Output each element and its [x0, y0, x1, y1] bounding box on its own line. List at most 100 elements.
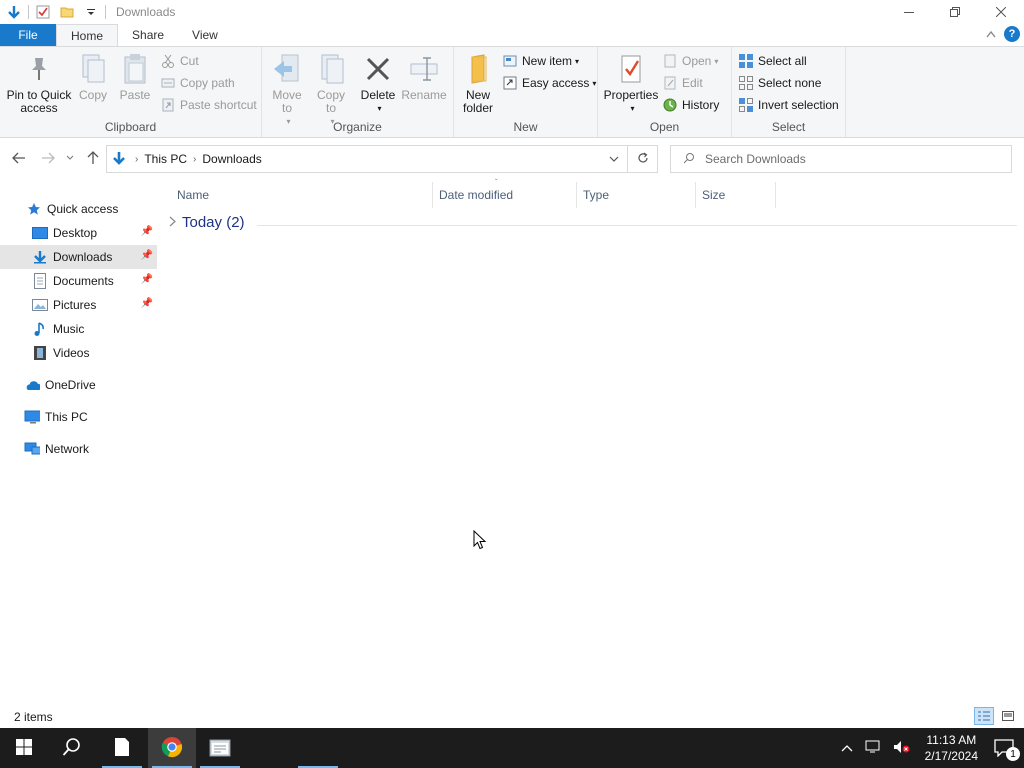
- nav-label: Videos: [53, 346, 90, 360]
- new-folder-button[interactable]: New folder: [460, 51, 496, 115]
- delete-button[interactable]: Delete ▾: [358, 51, 398, 115]
- copy-path-button[interactable]: Copy path: [160, 73, 235, 93]
- chevron-right-icon[interactable]: [169, 216, 176, 230]
- clock[interactable]: 11:13 AM 2/17/2024: [925, 732, 978, 764]
- nav-item-documents[interactable]: Documents 📌: [0, 269, 157, 293]
- nav-item-downloads[interactable]: Downloads 📌: [0, 245, 157, 269]
- volume-muted-icon[interactable]: [893, 740, 911, 757]
- nav-item-desktop[interactable]: Desktop 📌: [0, 221, 157, 245]
- copy-to-button[interactable]: Copy to ▾: [312, 51, 350, 128]
- copy-to-icon: [314, 51, 348, 87]
- pin-icon[interactable]: 📌: [141, 274, 153, 285]
- file-list: Name Date modified ˇ Type Size Today (2): [157, 178, 1024, 705]
- column-header-label: Date modified: [439, 188, 514, 202]
- minimize-button[interactable]: [886, 0, 932, 24]
- breadcrumb-downloads[interactable]: Downloads: [202, 152, 261, 166]
- restore-button[interactable]: [932, 0, 978, 24]
- cut-label: Cut: [180, 54, 199, 68]
- windows-logo-icon: [16, 738, 32, 758]
- column-header-name[interactable]: Name: [171, 182, 433, 208]
- copy-to-label: Copy to: [316, 88, 345, 115]
- nav-item-this-pc[interactable]: This PC: [0, 405, 157, 429]
- column-header-type[interactable]: Type: [577, 182, 696, 208]
- customize-dropdown-icon[interactable]: [83, 4, 99, 20]
- paste-button[interactable]: Paste: [118, 51, 152, 102]
- invert-selection-button[interactable]: Invert selection: [738, 95, 839, 115]
- nav-item-music[interactable]: Music: [0, 317, 157, 341]
- close-button[interactable]: [978, 0, 1024, 24]
- history-icon: [662, 97, 678, 113]
- nav-item-videos[interactable]: Videos: [0, 341, 157, 365]
- chevron-down-icon: ▾: [592, 78, 597, 88]
- file-explorer-taskbar-button[interactable]: [98, 728, 146, 768]
- invert-selection-label: Invert selection: [758, 98, 839, 112]
- new-folder-icon[interactable]: [59, 4, 75, 20]
- properties-icon: [614, 51, 648, 87]
- copy-label: Copy: [78, 88, 107, 102]
- music-icon: [32, 321, 48, 337]
- tab-file[interactable]: File: [0, 24, 56, 46]
- large-icons-view-icon[interactable]: [998, 707, 1018, 725]
- nav-item-network[interactable]: Network: [0, 437, 157, 461]
- cut-button[interactable]: Cut: [160, 51, 199, 71]
- search-icon: [62, 737, 82, 760]
- help-icon[interactable]: ?: [1004, 26, 1020, 42]
- properties-check-icon[interactable]: [35, 4, 51, 20]
- nav-item-pictures[interactable]: Pictures 📌: [0, 293, 157, 317]
- ribbon: Pin to Quick access Copy Paste Cut Copy …: [0, 46, 1024, 138]
- breadcrumb-chevron-icon[interactable]: ›: [193, 154, 196, 165]
- edit-button[interactable]: Edit: [662, 73, 703, 93]
- search-input[interactable]: [705, 152, 1005, 166]
- chrome-taskbar-button[interactable]: [148, 728, 196, 768]
- search-box[interactable]: [670, 145, 1012, 173]
- group-header-today[interactable]: Today (2): [169, 214, 245, 231]
- move-to-button[interactable]: Move to ▾: [268, 51, 306, 128]
- column-header-date-modified[interactable]: Date modified ˇ: [433, 178, 577, 208]
- open-label: Open: [682, 54, 712, 68]
- scissors-icon: [160, 53, 176, 69]
- collapse-ribbon-icon[interactable]: [986, 27, 996, 41]
- details-view-icon[interactable]: [974, 707, 994, 725]
- address-dropdown[interactable]: [601, 146, 627, 172]
- easy-access-button[interactable]: Easy access ▾: [502, 73, 596, 93]
- history-button[interactable]: History: [662, 95, 719, 115]
- paste-shortcut-button[interactable]: Paste shortcut: [160, 95, 257, 115]
- recent-locations-chevron-icon[interactable]: [64, 150, 76, 166]
- show-hidden-icons-chevron-icon[interactable]: [841, 741, 853, 755]
- back-arrow-icon[interactable]: [11, 150, 27, 166]
- forward-arrow-icon[interactable]: [40, 150, 56, 166]
- tab-share[interactable]: Share: [118, 24, 178, 46]
- select-none-label: Select none: [758, 76, 822, 90]
- notifications-icon[interactable]: 1: [994, 739, 1020, 761]
- down-arrow-icon[interactable]: [6, 4, 22, 20]
- start-button[interactable]: [0, 728, 48, 768]
- up-arrow-icon[interactable]: [85, 150, 101, 166]
- network-status-icon[interactable]: [865, 740, 881, 757]
- app-taskbar-button[interactable]: [196, 728, 244, 768]
- address-bar[interactable]: › This PC › Downloads: [106, 145, 628, 173]
- select-all-button[interactable]: Select all: [738, 51, 807, 71]
- select-none-button[interactable]: Select none: [738, 73, 821, 93]
- tab-home[interactable]: Home: [56, 24, 119, 46]
- search-taskbar-button[interactable]: [48, 728, 96, 768]
- pin-icon[interactable]: 📌: [141, 226, 153, 237]
- nav-item-quick-access[interactable]: Quick access: [0, 197, 157, 221]
- rename-button[interactable]: Rename: [401, 51, 447, 102]
- new-item-button[interactable]: New item ▾: [502, 51, 579, 71]
- breadcrumb-chevron-icon[interactable]: ›: [135, 154, 138, 165]
- properties-button[interactable]: Properties ▾: [604, 51, 658, 115]
- open-button[interactable]: Open ▾: [662, 51, 718, 71]
- title-bar: Downloads: [0, 0, 1024, 24]
- column-header-size[interactable]: Size: [696, 182, 776, 208]
- chevron-down-icon[interactable]: [601, 156, 627, 162]
- pin-icon[interactable]: 📌: [141, 250, 153, 261]
- tab-view[interactable]: View: [178, 24, 232, 46]
- refresh-button[interactable]: [628, 145, 658, 173]
- copy-button[interactable]: Copy: [76, 51, 110, 102]
- breadcrumb-this-pc[interactable]: This PC: [144, 152, 187, 166]
- taskbar-pinned-slot[interactable]: [294, 728, 342, 768]
- pin-icon[interactable]: 📌: [141, 298, 153, 309]
- pin-to-quick-access-button[interactable]: Pin to Quick access: [6, 51, 72, 115]
- search-icon: [683, 152, 695, 167]
- nav-item-onedrive[interactable]: OneDrive: [0, 373, 157, 397]
